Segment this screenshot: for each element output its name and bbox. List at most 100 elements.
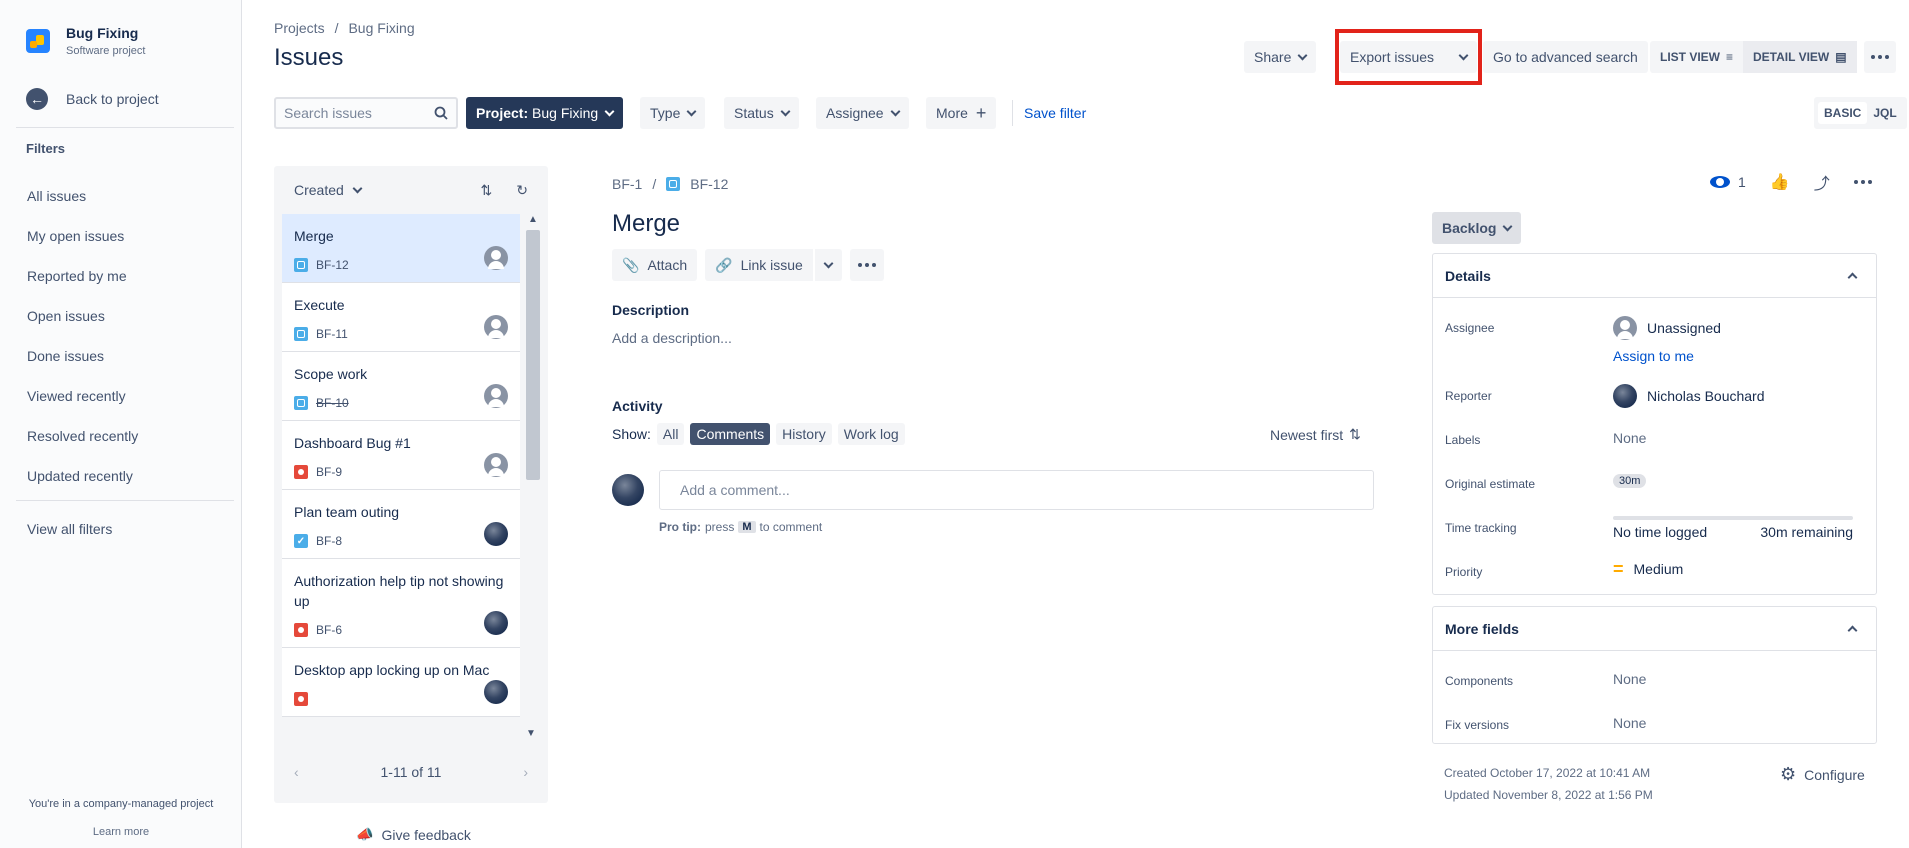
sidebar-item-viewed-recently[interactable]: Viewed recently <box>27 388 126 404</box>
scrollbar-thumb[interactable] <box>526 230 540 480</box>
sidebar-item-open-issues[interactable]: Open issues <box>27 308 105 324</box>
share-label: Share <box>1254 49 1292 65</box>
issue-key-link[interactable]: BF-12 <box>690 176 728 192</box>
detail-view-label: DETAIL VIEW <box>1753 50 1830 64</box>
estimate-value[interactable]: 30m <box>1613 474 1647 488</box>
back-to-project-link[interactable]: ← Back to project <box>26 88 159 110</box>
view-all-filters-link[interactable]: View all filters <box>27 521 112 537</box>
fix-versions-value[interactable]: None <box>1613 715 1646 731</box>
created-date: Created October 17, 2022 at 10:41 AM <box>1444 766 1651 780</box>
tab-all[interactable]: All <box>656 423 685 445</box>
search-icon <box>434 106 448 120</box>
search-input[interactable] <box>284 105 424 121</box>
parent-issue-link[interactable]: BF-1 <box>612 176 642 192</box>
description-field[interactable]: Add a description... <box>612 330 732 346</box>
reporter-name: Nicholas Bouchard <box>1647 388 1765 404</box>
more-filters-label: More <box>936 105 968 121</box>
description-label: Description <box>612 302 690 318</box>
jql-mode-button[interactable]: JQL <box>1867 102 1902 124</box>
issue-card-meta: BF-12 <box>294 258 508 272</box>
save-filter-link[interactable]: Save filter <box>1024 105 1086 121</box>
more-fields-panel: More fields Components None Fix versions… <box>1432 606 1877 744</box>
tab-comments[interactable]: Comments <box>690 423 771 445</box>
more-issue-actions-button[interactable] <box>849 249 884 281</box>
next-page-icon[interactable]: › <box>523 764 528 780</box>
issue-card[interactable]: Merge BF-12 <box>282 214 520 283</box>
tab-work-log[interactable]: Work log <box>837 423 905 445</box>
sidebar-item-my-open-issues[interactable]: My open issues <box>27 228 124 244</box>
list-view-button[interactable]: LIST VIEW ≡ <box>1650 41 1743 73</box>
type-filter-button[interactable]: Type <box>640 97 706 129</box>
scroll-down-icon[interactable]: ▼ <box>526 728 536 739</box>
sidebar-item-all-issues[interactable]: All issues <box>27 188 86 204</box>
more-icon[interactable] <box>1853 180 1872 184</box>
breadcrumb-projects[interactable]: Projects <box>274 20 325 36</box>
avatar <box>612 474 644 506</box>
give-feedback-label: Give feedback <box>381 826 471 843</box>
share-button[interactable]: Share <box>1244 41 1317 73</box>
sort-activity-button[interactable]: Newest first ⇅ <box>1270 426 1361 443</box>
tab-history[interactable]: History <box>776 423 832 445</box>
components-label: Components <box>1445 674 1514 688</box>
chevron-down-icon <box>823 258 834 268</box>
project-type: Software project <box>66 45 146 57</box>
bug-icon <box>294 692 308 706</box>
watchers-count: 1 <box>1738 174 1746 190</box>
give-feedback-button[interactable]: 📣 Give feedback <box>356 826 471 843</box>
status-filter-button[interactable]: Status <box>724 97 799 129</box>
link-issue-label: Link issue <box>740 257 803 273</box>
assignee-value[interactable]: Unassigned <box>1613 316 1721 340</box>
sidebar-item-reported-by-me[interactable]: Reported by me <box>27 268 127 284</box>
issue-card-meta: BF-11 <box>294 327 508 341</box>
sort-order-icon[interactable]: ⇅ <box>481 182 493 199</box>
detail-view-button[interactable]: DETAIL VIEW ▤ <box>1743 41 1857 73</box>
watch-button[interactable]: 1 <box>1710 174 1746 190</box>
project-filter-button[interactable]: Project: Bug Fixing <box>466 97 624 129</box>
issue-card[interactable]: Scope work BF-10 <box>282 352 520 421</box>
learn-more-link[interactable]: Learn more <box>0 826 242 838</box>
comment-input[interactable]: Add a comment... <box>659 470 1374 510</box>
configure-button[interactable]: ⚙ Configure <box>1780 764 1865 785</box>
status-dropdown[interactable]: Backlog <box>1432 212 1522 244</box>
chevron-down-icon <box>686 106 697 116</box>
components-value[interactable]: None <box>1613 671 1646 687</box>
sidebar-item-updated-recently[interactable]: Updated recently <box>27 468 133 484</box>
advanced-search-button[interactable]: Go to advanced search <box>1483 41 1648 73</box>
sidebar-item-done-issues[interactable]: Done issues <box>27 348 104 364</box>
breadcrumb-bug-fixing[interactable]: Bug Fixing <box>348 20 414 36</box>
refresh-icon[interactable]: ↻ <box>516 182 528 199</box>
prev-page-icon[interactable]: ‹ <box>294 764 299 780</box>
labels-value[interactable]: None <box>1613 430 1646 446</box>
reporter-value[interactable]: Nicholas Bouchard <box>1613 384 1765 408</box>
basic-mode-button[interactable]: BASIC <box>1818 102 1868 124</box>
attach-button[interactable]: 📎 Attach <box>612 249 698 281</box>
assignee-filter-button[interactable]: Assignee <box>816 97 909 129</box>
sidebar-item-resolved-recently[interactable]: Resolved recently <box>27 428 138 444</box>
issue-card-key: BF-6 <box>316 623 343 637</box>
issue-card[interactable]: Desktop app locking up on Mac <box>282 648 520 717</box>
more-filters-button[interactable]: More + <box>926 97 997 129</box>
issue-card-title: Scope work <box>294 366 368 382</box>
more-actions-button[interactable] <box>1864 41 1896 73</box>
link-issue-dropdown[interactable] <box>814 249 842 281</box>
issue-card[interactable]: Authorization help tip not showing up BF-… <box>282 559 520 648</box>
scroll-up-icon[interactable]: ▲ <box>524 214 542 225</box>
details-header[interactable]: Details <box>1433 254 1876 298</box>
share-icon[interactable]: ⤴ <box>1814 170 1830 194</box>
updated-date: Updated November 8, 2022 at 1:56 PM <box>1444 788 1653 802</box>
thumbs-up-icon[interactable]: 👍 <box>1770 172 1790 192</box>
sort-dropdown[interactable]: Created <box>294 182 363 198</box>
avatar <box>484 611 508 635</box>
link-issue-button[interactable]: 🔗 Link issue <box>705 249 813 281</box>
issue-card[interactable]: Dashboard Bug #1 BF-9 <box>282 421 520 490</box>
priority-value[interactable]: = Medium <box>1613 560 1683 578</box>
highlight-annotation <box>1335 29 1482 85</box>
issue-card[interactable]: Execute BF-11 <box>282 283 520 352</box>
time-tracking-bar[interactable] <box>1613 516 1853 520</box>
issue-title[interactable]: Merge <box>612 210 680 238</box>
issue-card[interactable]: Plan team outing ✓ BF-8 <box>282 490 520 559</box>
assign-to-me-link[interactable]: Assign to me <box>1613 348 1694 364</box>
pagination-count: 1-11 of 11 <box>380 764 442 780</box>
more-fields-header[interactable]: More fields <box>1433 607 1876 651</box>
time-tracking-value: No time logged 30m remaining <box>1613 524 1853 540</box>
